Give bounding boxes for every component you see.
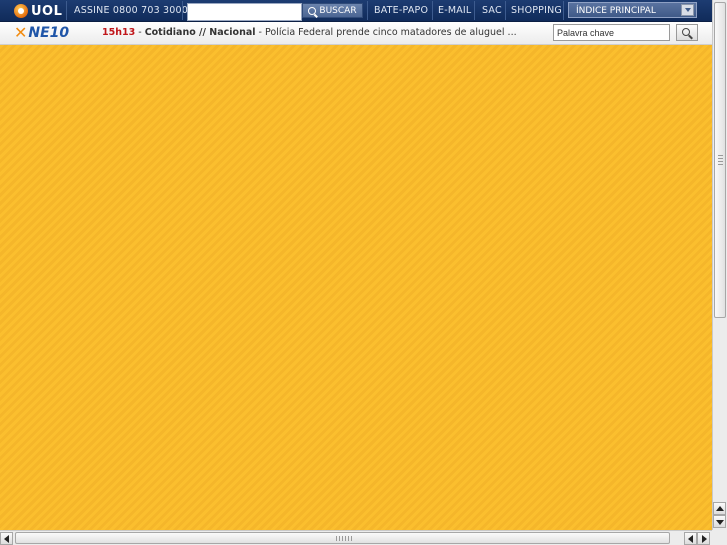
- horizontal-scrollbar[interactable]: [0, 530, 712, 545]
- magnifier-icon: [682, 28, 690, 36]
- dropdown-arrow-icon[interactable]: [681, 4, 694, 16]
- divider: [182, 1, 183, 20]
- page-content: [0, 45, 712, 530]
- divider: [66, 1, 67, 20]
- grip-icon: [718, 155, 723, 165]
- vertical-scroll-thumb[interactable]: [714, 2, 726, 318]
- ne10-symbol-icon: ✕: [14, 23, 28, 42]
- buscar-button[interactable]: BUSCAR: [302, 3, 363, 18]
- divider: [432, 1, 433, 20]
- keyword-search-input[interactable]: [553, 24, 670, 41]
- ne10-bar: ✕ NE10 15h13 - Cotidiano // Nacional - P…: [0, 22, 727, 45]
- indice-principal-label: ÍNDICE PRINCIPAL: [576, 6, 656, 16]
- news-time: 15h13: [102, 27, 136, 38]
- magnifier-icon: [308, 6, 317, 15]
- grip-icon: [336, 536, 352, 541]
- scrollbar-corner: [712, 530, 727, 545]
- divider: [505, 1, 506, 20]
- scroll-up-button[interactable]: [713, 502, 726, 515]
- scroll-left-button[interactable]: [684, 532, 697, 545]
- ne10-logo[interactable]: ✕ NE10: [14, 23, 70, 42]
- scroll-right-button[interactable]: [697, 532, 710, 545]
- shopping-link[interactable]: SHOPPING: [511, 5, 562, 16]
- bate-papo-link[interactable]: BATE-PAPO: [374, 5, 428, 16]
- news-headline[interactable]: Polícia Federal prende cinco matadores d…: [265, 27, 517, 38]
- news-separator: -: [135, 27, 145, 38]
- sac-link[interactable]: SAC: [482, 5, 502, 16]
- email-link[interactable]: E-MAIL: [438, 5, 471, 16]
- divider: [474, 1, 475, 20]
- buscar-label: BUSCAR: [319, 5, 357, 16]
- vertical-scrollbar[interactable]: [712, 0, 727, 530]
- uol-top-bar: UOL ASSINE 0800 703 3000 BUSCAR BATE-PAP…: [0, 0, 727, 22]
- divider: [563, 1, 564, 20]
- uol-ball-icon: [14, 4, 28, 18]
- indice-principal-select[interactable]: ÍNDICE PRINCIPAL: [568, 2, 697, 18]
- uol-logo[interactable]: UOL: [14, 3, 62, 19]
- uol-search-input[interactable]: [187, 3, 302, 21]
- divider: [367, 1, 368, 20]
- uol-logo-text: UOL: [31, 3, 63, 19]
- horizontal-scroll-thumb[interactable]: [15, 532, 670, 544]
- scroll-left-button[interactable]: [0, 532, 13, 545]
- news-category: Cotidiano // Nacional: [144, 27, 256, 38]
- keyword-search-button[interactable]: [676, 24, 698, 41]
- news-ticker[interactable]: 15h13 - Cotidiano // Nacional - Polícia …: [102, 27, 517, 38]
- scroll-down-button[interactable]: [713, 515, 726, 528]
- assine-link[interactable]: ASSINE 0800 703 3000: [74, 5, 188, 16]
- news-separator: -: [255, 27, 265, 38]
- ne10-logo-text: NE10: [28, 25, 70, 41]
